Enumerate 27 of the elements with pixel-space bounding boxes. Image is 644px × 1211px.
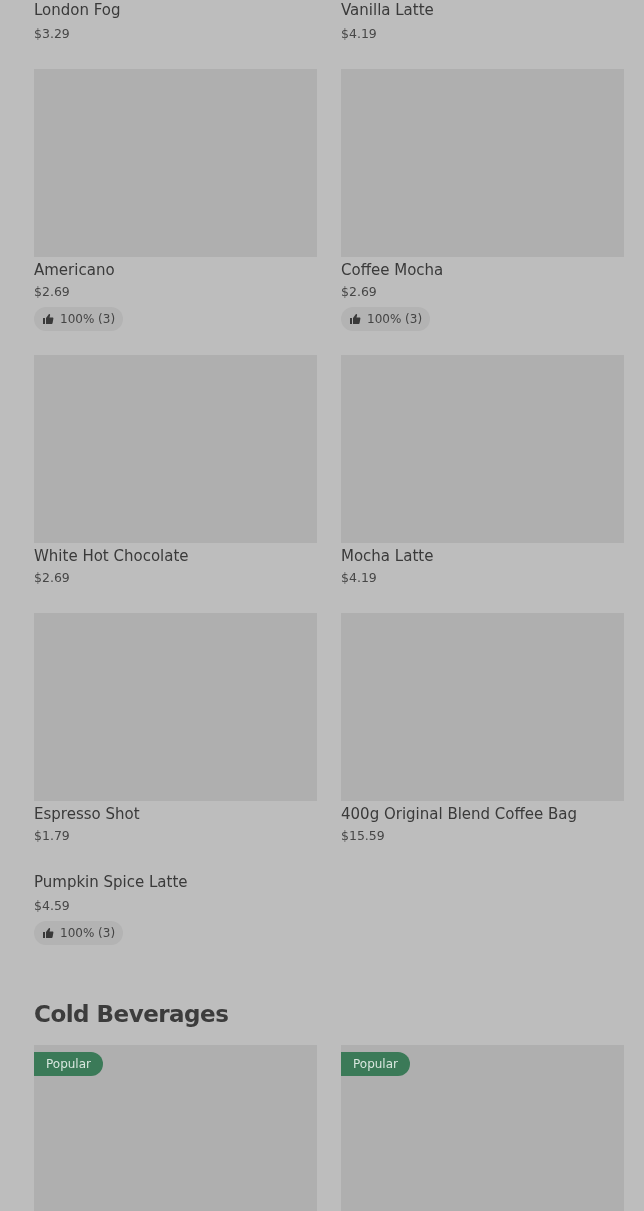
item-price: $15.59 xyxy=(341,827,385,845)
thumbs-up-icon xyxy=(42,313,54,325)
item-price: $2.69 xyxy=(341,283,377,301)
item-name[interactable]: London Fog xyxy=(34,0,121,21)
rating-text: 100% (3) xyxy=(60,926,116,940)
item-name[interactable]: Mocha Latte xyxy=(341,545,434,567)
item-price: $4.59 xyxy=(34,897,70,915)
popular-badge: Popular xyxy=(341,1052,410,1076)
item-price: $4.19 xyxy=(341,25,377,43)
section-heading: Cold Beverages xyxy=(34,1000,230,1029)
item-name[interactable]: Pumpkin Spice Latte xyxy=(34,871,188,893)
item-price: $2.69 xyxy=(34,283,70,301)
item-price: $3.29 xyxy=(34,25,70,43)
item-price: $4.19 xyxy=(341,569,377,587)
item-name[interactable]: Espresso Shot xyxy=(34,803,140,825)
thumbs-up-icon xyxy=(42,927,54,939)
thumbs-up-icon xyxy=(349,313,361,325)
item-name[interactable]: White Hot Chocolate xyxy=(34,545,189,567)
rating-text: 100% (3) xyxy=(367,312,423,326)
item-name[interactable]: Coffee Mocha xyxy=(341,259,444,281)
item-name[interactable]: Vanilla Latte xyxy=(341,0,434,21)
item-name[interactable]: 400g Original Blend Coffee Bag xyxy=(341,803,578,825)
item-price: $2.69 xyxy=(34,569,70,587)
rating-text: 100% (3) xyxy=(60,312,116,326)
item-name[interactable]: Americano xyxy=(34,259,115,281)
popular-badge: Popular xyxy=(34,1052,103,1076)
item-price: $1.79 xyxy=(34,827,70,845)
